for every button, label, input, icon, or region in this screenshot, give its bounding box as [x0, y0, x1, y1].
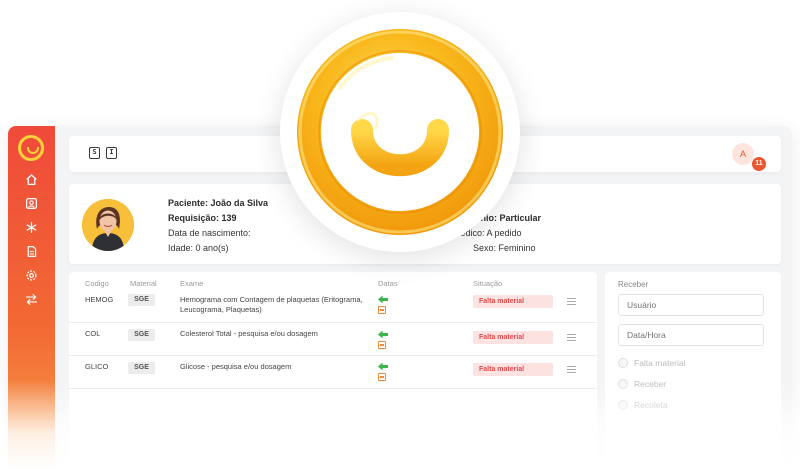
datetime-input[interactable] [618, 324, 764, 346]
requisition-number: Requisição: 139 [168, 213, 237, 223]
smile-logo-icon [297, 29, 503, 235]
header-dates: Datas [378, 279, 398, 288]
patient-age: Idade: 0 ano(s) [168, 243, 229, 253]
arrow-left-icon[interactable] [378, 362, 388, 371]
table-row[interactable]: HEMOG SGE Hemograma com Contagem de plaq… [69, 290, 597, 323]
row-code: COL [85, 329, 101, 338]
calendar-icon[interactable] [378, 373, 386, 381]
status-badge: Falta material [473, 363, 553, 376]
patient-name: Paciente: João da Silva [168, 198, 269, 208]
radio-circle[interactable] [618, 358, 628, 368]
brand-logo-badge [280, 12, 520, 252]
status-badge: Falta material [473, 295, 553, 308]
document-icon[interactable] [23, 243, 39, 259]
row-menu-icon[interactable] [567, 298, 576, 305]
radio-label: Recoleta [634, 400, 668, 410]
row-menu-icon[interactable] [567, 334, 576, 341]
header-code: Codigo [85, 279, 109, 288]
header-status: Situação [473, 279, 503, 288]
radio-circle[interactable] [618, 379, 628, 389]
status-badge: Falta material [473, 331, 553, 344]
calendar-icon[interactable] [378, 341, 386, 349]
app-logo-icon[interactable] [18, 135, 44, 161]
radio-label: Falta material [634, 358, 686, 368]
stage: S I A 11 Paciente: João da Silva Requisi… [0, 0, 800, 469]
exams-table: Codigo Material Exame Datas Situação HEM… [69, 272, 597, 469]
row-code: HEMOG [85, 295, 114, 304]
calendar-icon[interactable] [378, 306, 386, 314]
arrow-left-icon[interactable] [378, 330, 388, 339]
header-material: Material [130, 279, 157, 288]
transfer-icon[interactable] [23, 291, 39, 307]
user-avatar[interactable]: A [732, 143, 754, 165]
arrow-left-icon[interactable] [378, 295, 388, 304]
radio-label: Receber [634, 379, 667, 389]
row-exam-line2: Leucograma, Plaquetas) [180, 305, 262, 314]
row-exam-line1: Hemograma com Contagem de plaquetas (Eri… [180, 295, 363, 304]
sidebar [8, 126, 55, 469]
home-icon[interactable] [23, 171, 39, 187]
header-exam: Exame [180, 279, 204, 288]
table-row[interactable]: COL SGE Colesterol Total - pesquisa e/ou… [69, 324, 597, 356]
patient-photo [82, 199, 134, 251]
radio-circle[interactable] [618, 400, 628, 410]
table-row[interactable]: GLICO SGE Glicose - pesquisa e/ou dosage… [69, 357, 597, 389]
s-shortcut-icon[interactable]: S [89, 147, 100, 159]
row-exam-line1: Glicose - pesquisa e/ou dosagem [180, 362, 292, 371]
row-code: GLICO [85, 362, 109, 371]
notification-badge[interactable]: 11 [752, 157, 766, 171]
user-input[interactable] [618, 294, 764, 316]
gear-icon[interactable] [23, 267, 39, 283]
material-badge: SGE [128, 294, 155, 306]
receive-title: Receber [618, 280, 649, 289]
birth-date: Data de nascimento: [168, 228, 251, 238]
i-shortcut-icon[interactable]: I [106, 147, 117, 159]
row-exam-line1: Colesterol Total - pesquisa e/ou dosagem [180, 329, 318, 338]
user-card-icon[interactable] [23, 195, 39, 211]
asterisk-icon[interactable] [23, 219, 39, 235]
material-badge: SGE [128, 329, 155, 341]
material-badge: SGE [128, 362, 155, 374]
row-menu-icon[interactable] [567, 366, 576, 373]
receive-panel: Receber Falta material Receber Recoleta [605, 272, 781, 469]
